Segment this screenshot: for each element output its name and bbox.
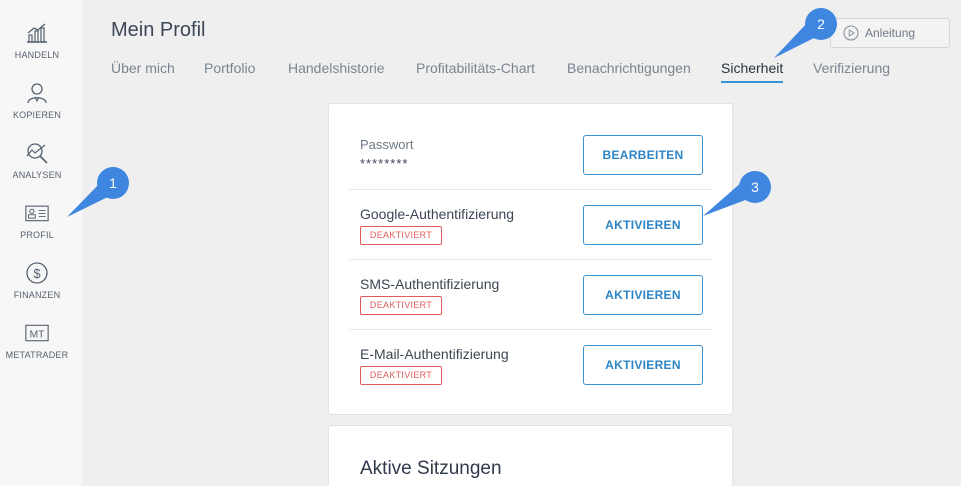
chart-icon <box>27 23 47 43</box>
svg-text:$: $ <box>33 266 41 281</box>
callout-number-2: 2 <box>817 16 825 32</box>
edit-password-button[interactable]: BEARBEITEN <box>583 135 703 175</box>
tab-handelshistorie[interactable]: Handelshistorie <box>288 60 385 76</box>
analysis-icon <box>26 143 48 164</box>
guide-button[interactable]: Anleitung <box>830 18 950 48</box>
page-title: Mein Profil <box>111 19 206 41</box>
activate-email-auth-button[interactable]: AKTIVIEREN <box>583 345 703 385</box>
tab-profitabilitaets-chart[interactable]: Profitabilitäts-Chart <box>416 60 535 76</box>
google-auth-status-badge: DEAKTIVIERT <box>360 226 442 245</box>
sidebar-item-kopieren[interactable]: KOPIEREN <box>0 82 74 120</box>
sidebar-item-label: HANDELN <box>14 50 60 60</box>
email-auth-label: E-Mail-Authentifizierung <box>360 346 509 362</box>
mt-glyph: MT <box>30 329 46 340</box>
sidebar-item-label: FINANZEN <box>13 290 61 300</box>
activate-sms-auth-button[interactable]: AKTIVIEREN <box>583 275 703 315</box>
tab-ueber-mich[interactable]: Über mich <box>111 60 175 76</box>
password-row: Passwort ******** BEARBEITEN <box>349 119 713 189</box>
tab-portfolio[interactable]: Portfolio <box>204 60 255 76</box>
sidebar-item-metatrader[interactable]: MT METATRADER <box>0 322 74 360</box>
activate-google-auth-button[interactable]: AKTIVIEREN <box>583 205 703 245</box>
password-label: Passwort <box>360 137 414 152</box>
sidebar: HANDELN KOPIEREN ANALYSEN PROFIL $ FINAN… <box>0 0 82 486</box>
sms-auth-label: SMS-Authentifizierung <box>360 276 500 292</box>
email-auth-row: E-Mail-Authentifizierung DEAKTIVIERT AKT… <box>349 329 713 399</box>
sessions-card: Aktive Sitzungen <box>328 425 733 486</box>
guide-button-label: Anleitung <box>865 26 916 40</box>
sidebar-item-finanzen[interactable]: $ FINANZEN <box>0 262 74 300</box>
id-card-icon <box>25 205 49 222</box>
sidebar-item-label: PROFIL <box>20 230 54 240</box>
security-card: Passwort ******** BEARBEITEN Google-Auth… <box>328 103 733 415</box>
google-auth-label: Google-Authentifizierung <box>360 206 515 222</box>
password-value: ******** <box>360 156 409 171</box>
sidebar-item-label: METATRADER <box>5 350 69 360</box>
sms-auth-status-badge: DEAKTIVIERT <box>360 296 442 315</box>
sidebar-item-handeln[interactable]: HANDELN <box>0 22 74 60</box>
sessions-title: Aktive Sitzungen <box>360 458 502 479</box>
callout-number-1: 1 <box>109 175 117 191</box>
sms-auth-row: SMS-Authentifizierung DEAKTIVIERT AKTIVI… <box>349 259 713 329</box>
mt-icon: MT <box>25 324 49 342</box>
callout-number-3: 3 <box>751 179 759 195</box>
tab-benachrichtigungen[interactable]: Benachrichtigungen <box>567 60 691 76</box>
dollar-icon: $ <box>26 262 48 284</box>
sidebar-item-label: KOPIEREN <box>12 110 62 120</box>
person-icon <box>27 83 47 104</box>
google-auth-row: Google-Authentifizierung DEAKTIVIERT AKT… <box>349 189 713 259</box>
email-auth-status-badge: DEAKTIVIERT <box>360 366 442 385</box>
